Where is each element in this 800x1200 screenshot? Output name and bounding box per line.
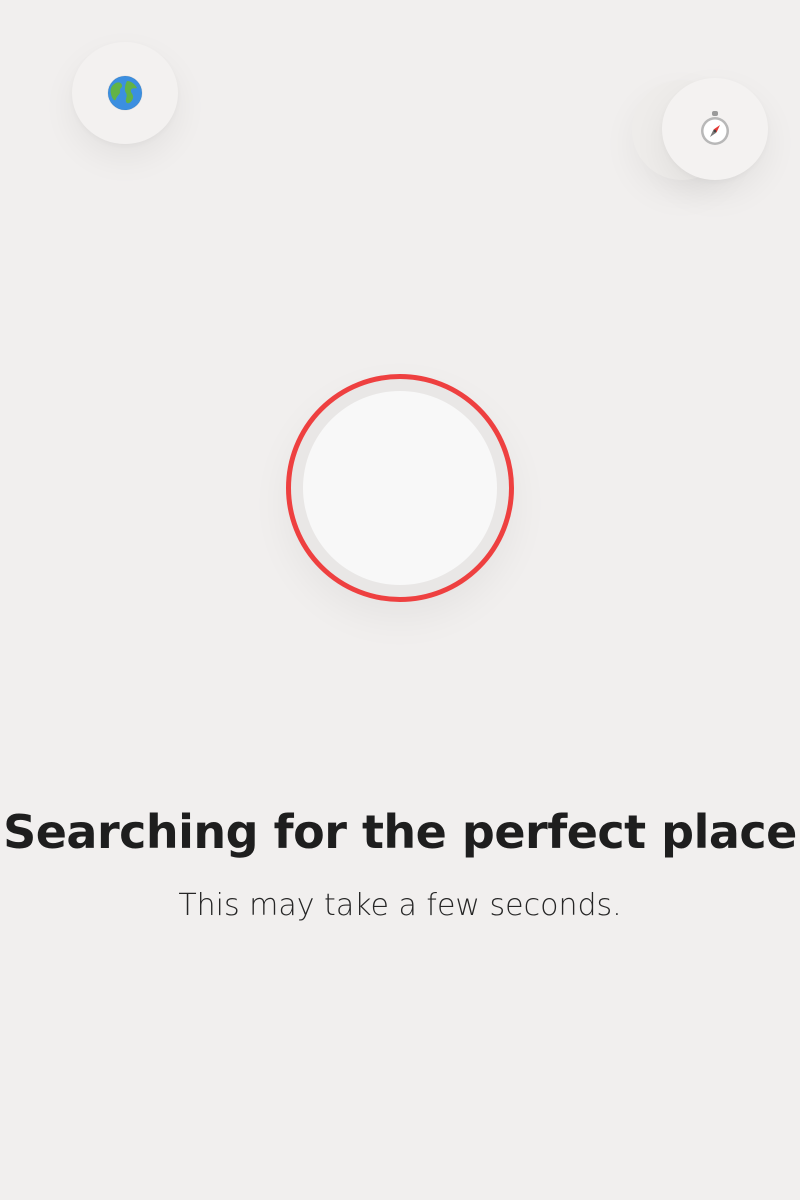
loading-spinner: [286, 374, 514, 602]
compass-bubble: [662, 78, 768, 180]
status-subtitle: This may take a few seconds.: [178, 888, 622, 923]
globe-icon: [107, 75, 143, 111]
loading-screen: Searching for the perfect place This may…: [0, 0, 800, 1200]
compass-icon: [699, 111, 731, 147]
globe-bubble: [72, 42, 178, 144]
loading-core: [303, 391, 497, 585]
status-title: Searching for the perfect place: [3, 805, 797, 859]
